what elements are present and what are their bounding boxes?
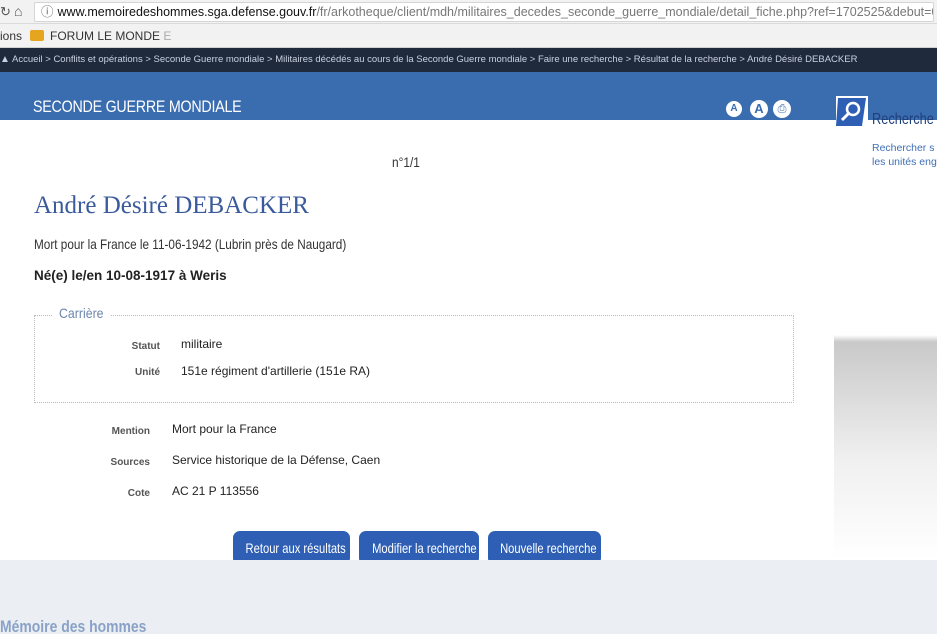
cote-label: Cote	[127, 488, 150, 499]
address-bar: ↻ ⌂ ⓘ www.memoiredeshommes.sga.defense.go…	[0, 0, 937, 24]
bookmark-item[interactable]: ions	[0, 24, 22, 48]
statut-label: Statut	[131, 341, 160, 352]
printer-icon[interactable]: ⎙	[773, 100, 791, 118]
career-fieldset	[34, 315, 794, 403]
statut-value: militaire	[181, 337, 223, 351]
bookmark-forum-label: FORUM LE MONDE	[50, 29, 161, 43]
url-path: /fr/arkotheque/client/mdh/militaires_dec…	[316, 5, 934, 19]
home-icon[interactable]: ⌂	[14, 3, 22, 19]
section-title: SECONDE GUERRE MONDIALE	[33, 97, 242, 116]
url-field[interactable]: ⓘ www.memoiredeshommes.sga.defense.gouv.f…	[34, 2, 934, 22]
sidebar-desc-line1: Rechercher s	[872, 142, 935, 154]
home-icon[interactable]: ▲	[0, 48, 10, 72]
reload-icon[interactable]: ↻	[0, 4, 11, 20]
person-name: André Désiré DEBACKER	[34, 192, 309, 219]
cote-value: AC 21 P 113556	[172, 484, 259, 498]
sidebar-title: Recherche	[872, 111, 934, 128]
search-icon[interactable]	[836, 96, 868, 128]
bookmark-forum[interactable]: FORUM LE MONDE E	[30, 24, 171, 48]
unite-label: Unité	[135, 367, 160, 378]
sidebar-desc-line2: les unités eng	[872, 156, 937, 168]
sidebar-description[interactable]: Rechercher s les unités eng	[872, 141, 937, 169]
sources-label: Sources	[110, 457, 150, 468]
death-info: Mort pour la France le 11-06-1942 (Lubri…	[34, 236, 347, 252]
folder-icon	[30, 30, 44, 41]
record-number: n°1/1	[392, 154, 420, 170]
info-icon[interactable]: ⓘ	[41, 5, 54, 19]
bookmarks-bar: ions FORUM LE MONDE E	[0, 24, 937, 48]
sources-value: Service historique de la Défense, Caen	[172, 453, 381, 467]
footer-title: Mémoire des hommes	[0, 617, 147, 636]
mention-label: Mention	[111, 426, 150, 437]
bookmark-forum-tail: E	[160, 29, 172, 43]
decrease-font-button[interactable]: A	[726, 101, 742, 117]
birth-info: Né(e) le/en 10-08-1917 à Weris	[34, 268, 227, 283]
unite-value: 151e régiment d'artillerie (151e RA)	[181, 364, 371, 378]
url-domain: www.memoiredeshommes.sga.defense.gouv.fr	[57, 5, 317, 19]
mention-value: Mort pour la France	[172, 422, 277, 436]
career-legend: Carrière	[52, 305, 111, 321]
breadcrumb: ▲ Accueil > Conflits et opérations > Sec…	[0, 48, 937, 72]
increase-font-button[interactable]: A	[750, 100, 768, 118]
breadcrumb-trail[interactable]: Accueil > Conflits et opérations > Secon…	[12, 48, 857, 72]
